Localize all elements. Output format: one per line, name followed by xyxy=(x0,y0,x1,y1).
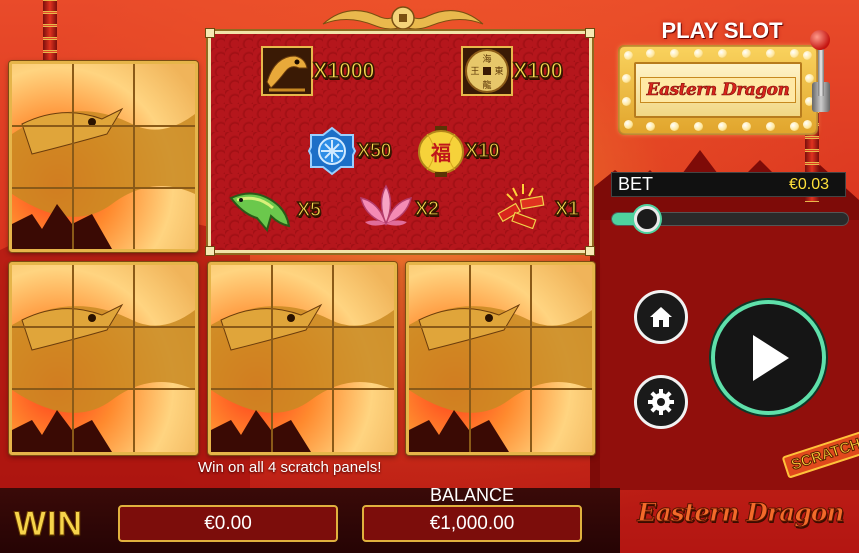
scratch-panel-4[interactable] xyxy=(406,262,595,455)
multiplier-medallion: X50 xyxy=(356,139,392,163)
paytable-item-fish: X5 xyxy=(227,182,322,238)
multiplier-lotus: X2 xyxy=(414,197,440,221)
multiplier-fish: X5 xyxy=(296,198,322,222)
bet-slider-thumb[interactable] xyxy=(633,206,660,232)
multiplier-coin: X100 xyxy=(512,57,563,84)
scratch-panel-3[interactable] xyxy=(208,262,397,455)
win-title: WIN xyxy=(13,505,84,544)
win-value-box: €0.00 xyxy=(118,505,338,542)
multiplier-dragon: X1000 xyxy=(312,57,375,84)
play-slot-title: PLAY SLOT xyxy=(661,18,783,43)
slot-lever[interactable] xyxy=(818,46,824,96)
lantern-char: 福 xyxy=(430,141,451,165)
balance-title: BALANCE xyxy=(429,485,515,505)
coin-icon: 海 王 東 龍 xyxy=(461,46,513,96)
coin-char-right: 東 xyxy=(494,65,503,77)
coin-char-top: 海 xyxy=(482,53,491,65)
play-button[interactable] xyxy=(711,300,826,415)
play-icon xyxy=(752,334,789,381)
multiplier-firecracker: X1 xyxy=(554,197,580,221)
play-slot-marquee[interactable]: Eastern Dragon xyxy=(620,47,816,133)
multiplier-lantern: X10 xyxy=(464,139,500,163)
scratch-panel-2[interactable] xyxy=(9,262,198,455)
win-value: €0.00 xyxy=(204,512,252,534)
bet-bar: BET €0.03 xyxy=(611,172,846,197)
paytable-item-medallion: X50 xyxy=(307,126,392,176)
paytable: X1000 海 王 東 龍 X100 X50 福 X10 X5 X2 X1 xyxy=(205,28,595,256)
coin-char-left: 王 xyxy=(470,66,479,77)
home-button[interactable] xyxy=(634,290,688,344)
paytable-item-firecracker: X1 xyxy=(493,180,580,238)
lever-knob-icon[interactable] xyxy=(810,30,830,50)
coin-char-bottom: 龍 xyxy=(482,79,491,91)
paytable-item-lantern: 福 X10 xyxy=(417,124,500,178)
lantern-icon: 福 xyxy=(418,126,464,177)
balance-value: €1,000.00 xyxy=(429,512,515,534)
scratch-panel-1[interactable] xyxy=(9,61,198,252)
paytable-item-lotus: X2 xyxy=(357,180,440,238)
dragon-icon xyxy=(261,46,313,96)
firecracker-icon xyxy=(497,184,545,230)
paytable-item-dragon: X1000 xyxy=(261,46,375,96)
home-icon xyxy=(650,307,672,327)
bet-label: BET xyxy=(618,174,654,194)
bet-value: €0.03 xyxy=(788,175,829,193)
marquee-logo: Eastern Dragon xyxy=(639,77,797,103)
medallion-icon xyxy=(307,126,357,176)
fish-icon xyxy=(229,192,291,233)
instruction-message: Win on all 4 scratch panels! xyxy=(198,459,382,476)
balance-value-box: €1,000.00 xyxy=(362,505,582,542)
firecracker-string-left xyxy=(36,0,64,65)
marquee-screen: Eastern Dragon xyxy=(634,62,802,118)
settings-button[interactable] xyxy=(634,375,688,429)
lotus-icon xyxy=(360,184,412,226)
paytable-item-coin: 海 王 東 龍 X100 xyxy=(461,46,564,96)
gear-icon xyxy=(648,389,674,415)
bottom-logo: Eastern Dragon xyxy=(637,498,845,528)
